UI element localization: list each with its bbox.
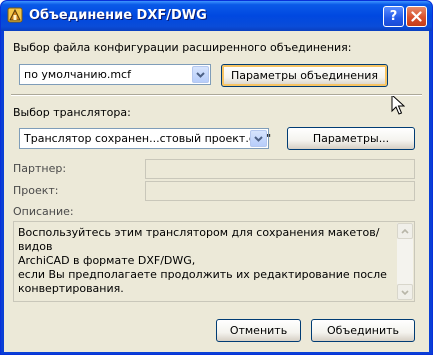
merge-button[interactable]: Объединить [311, 319, 415, 342]
description-box[interactable]: Воспользуйтесь этим транслятором для сох… [13, 221, 415, 302]
archicad-app-icon [7, 7, 23, 23]
description-line: если Вы предполагаете продолжить их реда… [18, 268, 387, 281]
section-divider [11, 94, 422, 96]
description-line: конвертирования. [18, 282, 124, 295]
description-label: Описание: [13, 205, 74, 218]
config-file-value: по умолчанию.mcf [24, 68, 131, 81]
config-file-select[interactable]: по умолчанию.mcf [19, 64, 211, 85]
translator-value: Транслятор сохранен...стовый проект.dxf" [24, 132, 272, 145]
merge-settings-button-label: Параметры объединения [230, 69, 379, 82]
cancel-button-label: Отменить [229, 324, 288, 337]
translator-label: Выбор транслятора: [13, 106, 131, 119]
merge-button-label: Объединить [327, 324, 399, 337]
scroll-down-button[interactable] [397, 284, 413, 300]
merge-dxf-dwg-dialog: Объединение DXF/DWG ? Выбор файла конфиг… [0, 0, 433, 355]
scroll-up-button[interactable] [397, 223, 413, 239]
title-bar[interactable]: Объединение DXF/DWG ? [1, 1, 432, 31]
help-icon: ? [389, 9, 398, 24]
merge-settings-button[interactable]: Параметры объединения [221, 64, 388, 87]
chevron-down-icon[interactable] [192, 66, 209, 83]
help-button[interactable]: ? [383, 6, 404, 27]
mouse-cursor-icon [391, 94, 405, 115]
window-title: Объединение DXF/DWG [29, 8, 207, 23]
description-scrollbar[interactable] [397, 223, 413, 300]
description-text: Воспользуйтесь этим транслятором для сох… [18, 226, 392, 296]
translator-params-button[interactable]: Параметры... [287, 127, 415, 150]
project-field [145, 181, 415, 201]
close-icon [411, 11, 422, 22]
description-line: Воспользуйтесь этим транслятором для сох… [18, 226, 380, 253]
project-label: Проект: [13, 184, 59, 197]
partner-label: Партнер: [13, 162, 67, 175]
translator-params-button-label: Параметры... [312, 132, 390, 145]
dialog-body: Выбор файла конфигурации расширенного об… [4, 31, 429, 352]
cancel-button[interactable]: Отменить [216, 319, 301, 342]
translator-select[interactable]: Транслятор сохранен...стовый проект.dxf" [19, 128, 272, 149]
close-button[interactable] [406, 6, 427, 27]
description-line: ArchiCAD в формате DXF/DWG, [18, 254, 196, 267]
chevron-up-icon [401, 228, 409, 234]
chevron-down-icon [401, 289, 409, 295]
chevron-down-icon[interactable] [250, 130, 267, 147]
partner-field [145, 159, 415, 179]
config-file-label: Выбор файла конфигурации расширенного об… [13, 41, 352, 54]
